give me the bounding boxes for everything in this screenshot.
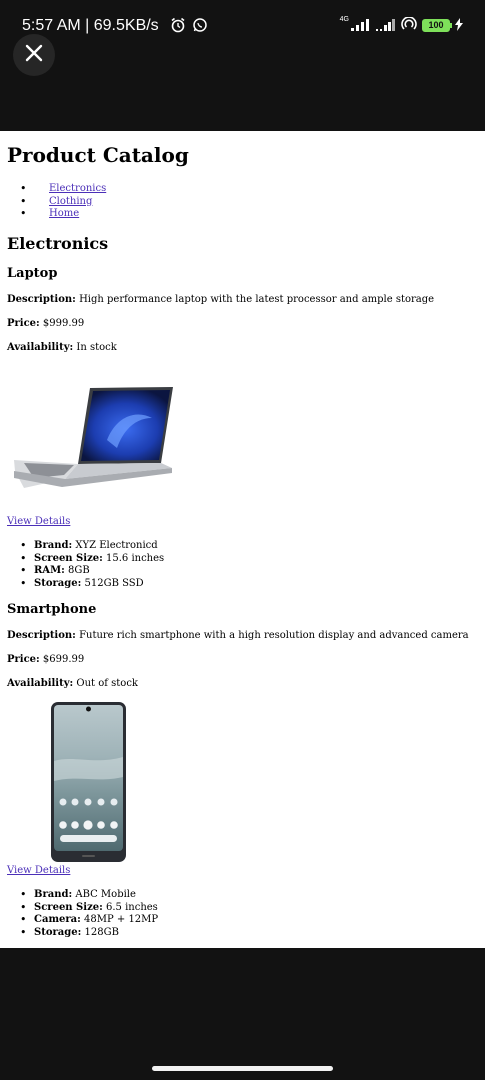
signal-2-icon xyxy=(376,16,396,35)
spec-value: 6.5 inches xyxy=(106,901,158,913)
spec-item: Brand: ABC Mobile xyxy=(20,889,158,902)
product-name-smartphone: Smartphone xyxy=(7,602,97,617)
nav-item-electronics: Electronics xyxy=(20,183,106,196)
price-label: Price: xyxy=(7,318,40,329)
nav-list: Electronics Clothing Home xyxy=(20,183,106,221)
home-indicator[interactable] xyxy=(152,1066,333,1071)
nav-item-clothing: Clothing xyxy=(20,196,106,209)
description-value: Future rich smartphone with a high resol… xyxy=(79,630,469,641)
page-title: Product Catalog xyxy=(7,143,189,167)
product-description: Description: Future rich smartphone with… xyxy=(7,630,469,641)
availability-value: In stock xyxy=(76,342,117,353)
spec-item: Camera: 48MP + 12MP xyxy=(20,914,158,927)
spec-label: Brand: xyxy=(34,889,73,900)
hotspot-icon xyxy=(401,16,417,35)
spec-list-smartphone: Brand: ABC Mobile Screen Size: 6.5 inche… xyxy=(20,889,158,939)
nav-item-home: Home xyxy=(20,208,106,221)
spec-label: Screen Size: xyxy=(34,552,103,564)
description-value: High performance laptop with the latest … xyxy=(79,294,435,305)
availability-label: Availability: xyxy=(7,342,74,353)
product-price: Price: $699.99 xyxy=(7,654,84,665)
spec-value: 48MP + 12MP xyxy=(84,914,159,925)
spec-label: Camera: xyxy=(34,914,81,925)
view-details-link-smartphone[interactable]: View Details xyxy=(7,865,70,876)
price-value: $999.99 xyxy=(42,318,85,329)
nav-link-home[interactable]: Home xyxy=(34,208,79,219)
section-title: Electronics xyxy=(7,234,109,253)
description-label: Description: xyxy=(7,294,76,305)
spec-item: Screen Size: 6.5 inches xyxy=(20,902,158,915)
close-icon xyxy=(25,44,43,66)
spec-item: RAM: 8GB xyxy=(20,565,164,578)
status-bar: 5:57 AM | 69.5KB/s 4G 100 xyxy=(0,0,485,56)
smartphone-image xyxy=(51,702,126,862)
spec-item: Storage: 512GB SSD xyxy=(20,578,164,591)
spec-item: Storage: 128GB xyxy=(20,927,158,940)
view-details-link-laptop[interactable]: View Details xyxy=(7,516,70,527)
product-availability: Availability: Out of stock xyxy=(7,678,138,689)
product-price: Price: $999.99 xyxy=(7,318,84,329)
price-value: $699.99 xyxy=(42,654,85,665)
nav-link-clothing[interactable]: Clothing xyxy=(34,196,92,207)
spec-list-laptop: Brand: XYZ Electronicd Screen Size: 15.6… xyxy=(20,540,164,590)
product-name-laptop: Laptop xyxy=(7,266,58,281)
battery-icon: 100 xyxy=(422,19,452,32)
product-description: Description: High performance laptop wit… xyxy=(7,294,434,305)
spec-value: 8GB xyxy=(68,565,90,576)
alarm-icon xyxy=(170,17,186,37)
availability-value: Out of stock xyxy=(76,678,138,689)
spec-item: Brand: XYZ Electronicd xyxy=(20,540,164,553)
web-page: Product Catalog Electronics Clothing Hom… xyxy=(0,131,485,948)
network-type: 4G xyxy=(339,16,349,23)
availability-label: Availability: xyxy=(7,678,74,689)
spec-value: XYZ Electronicd xyxy=(75,540,158,551)
nav-link-electronics[interactable]: Electronics xyxy=(34,183,106,194)
signal-icon xyxy=(351,16,371,35)
spec-label: Storage: xyxy=(34,577,82,589)
spec-label: Brand: xyxy=(34,540,73,551)
product-availability: Availability: In stock xyxy=(7,342,117,353)
description-label: Description: xyxy=(7,630,76,641)
price-label: Price: xyxy=(7,654,40,665)
spec-value: 512GB SSD xyxy=(84,577,144,589)
spec-value: 15.6 inches xyxy=(106,552,165,564)
spec-label: Screen Size: xyxy=(34,901,103,913)
whatsapp-icon xyxy=(192,17,208,37)
spec-value: ABC Mobile xyxy=(75,889,136,900)
charging-icon xyxy=(455,16,463,35)
spec-label: RAM: xyxy=(34,565,65,576)
close-button[interactable] xyxy=(13,34,55,76)
laptop-image xyxy=(14,387,173,488)
spec-value: 128GB xyxy=(84,926,119,938)
spec-label: Storage: xyxy=(34,926,82,938)
status-time-speed: 5:57 AM | 69.5KB/s xyxy=(22,17,159,34)
spec-item: Screen Size: 15.6 inches xyxy=(20,553,164,566)
